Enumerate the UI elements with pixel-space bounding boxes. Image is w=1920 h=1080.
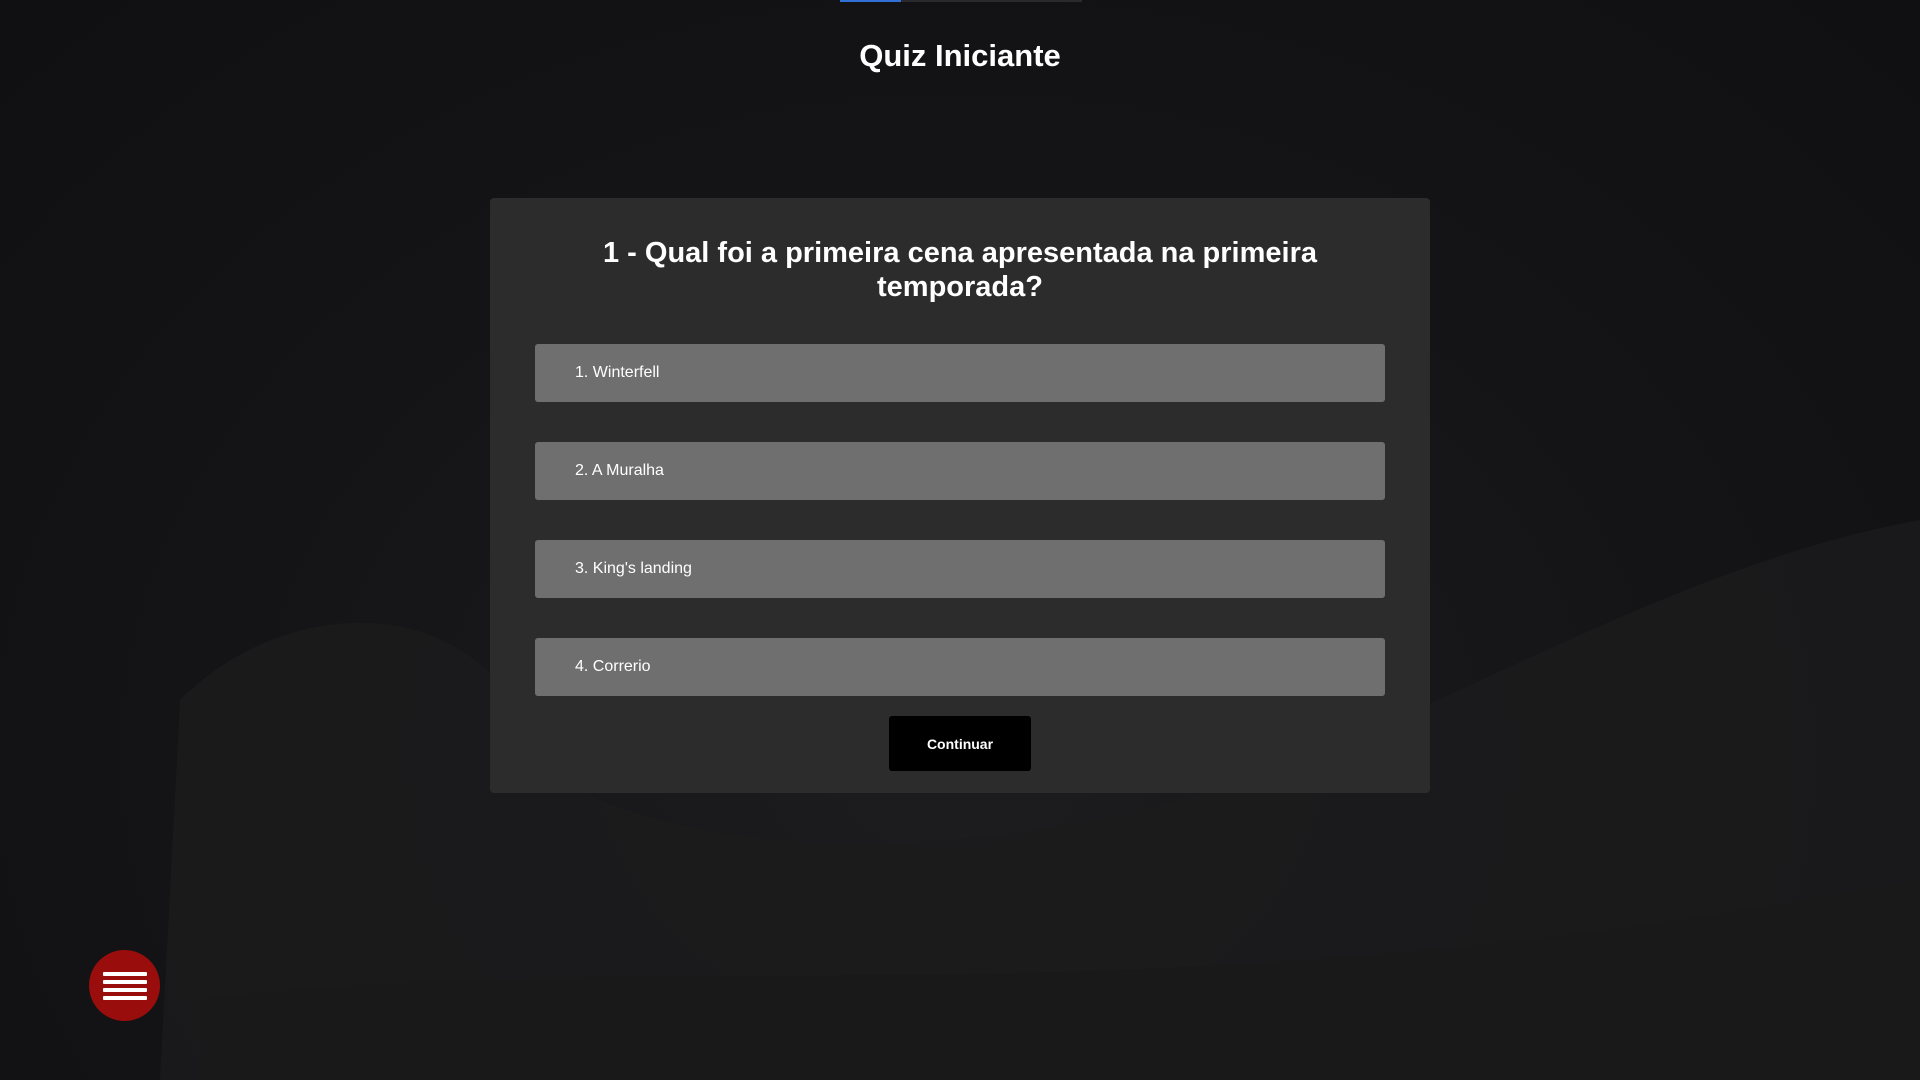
continue-button[interactable]: Continuar [889,716,1031,771]
quiz-progress-fill [840,0,901,2]
page-title: Quiz Iniciante [859,38,1061,73]
answer-option-2[interactable]: 2. A Muralha [535,442,1385,500]
quiz-page: Quiz Iniciante 1 - Qual foi a primeira c… [0,0,1920,1080]
menu-button[interactable] [89,950,160,1021]
answer-option-3[interactable]: 3. King's landing [535,540,1385,598]
answer-list: 1. Winterfell 2. A Muralha 3. King's lan… [535,344,1385,696]
answer-option-1[interactable]: 1. Winterfell [535,344,1385,402]
question-text: 1 - Qual foi a primeira cena apresentada… [603,237,1317,303]
quiz-card: 1 - Qual foi a primeira cena apresentada… [490,198,1430,793]
quiz-progress-bar [840,0,1082,2]
hamburger-menu-icon [102,971,147,1000]
continue-wrap: Continuar [535,716,1385,771]
answer-option-4[interactable]: 4. Correrio [535,638,1385,696]
